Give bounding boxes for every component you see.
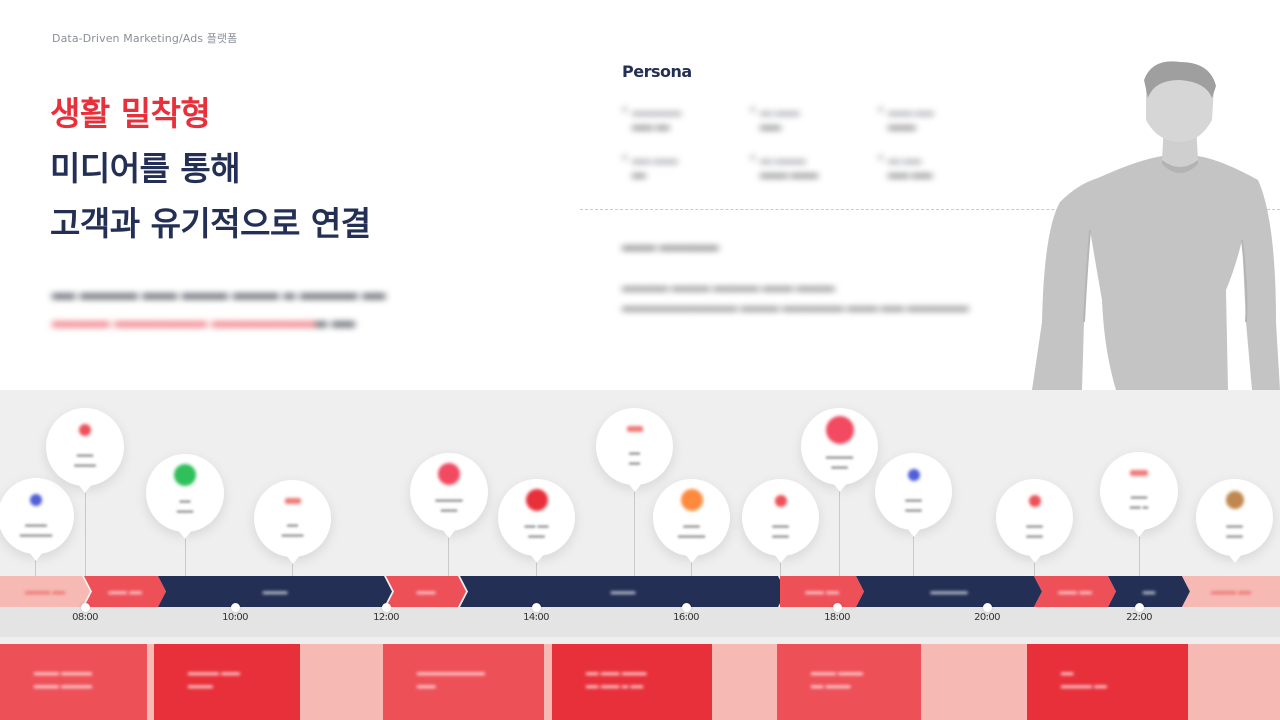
timeline-segment: ▂▂▂ ▂▂ [780,576,864,607]
time-marker [230,603,240,612]
time-marker [832,603,842,612]
media-gap [921,644,1027,720]
user-scenario-title: ▂▂▂▂ ▂▂▂▂▂▂▂ [622,237,719,250]
headline-line-2: 미디어를 통해 [50,149,241,188]
persona-figure-illustration [1032,61,1280,390]
pink-dot-icon [438,463,460,485]
time-marker [80,603,90,612]
time-axis [0,607,1280,637]
touchpoint-bubble: ▂▂▂▂▂▂ [1196,479,1273,563]
timeline-segment: ▂▂▂▂ [460,576,786,607]
media-cell: ▂▂ ▂▂▂ ▂▂▂▂ ▂▂ ▂▂▂ ▂ ▂▂ [552,644,712,720]
persona-field: ▂▂ ▂▂▂ ▂▂▂ ▂▂▂ [879,151,998,181]
blue-dot-icon [30,494,42,506]
touchpoint-bubble: ▂▂▂▂▂▂ [875,453,952,537]
time-tick-2000: 20:00 [974,612,1000,623]
timeline-segment: ▂▂▂▂ ▂▂ [1182,576,1280,607]
media-gap [544,644,552,720]
timeline-bar: ▂▂▂▂ ▂▂ ▂▂▂ ▂▂ ▂▂▂▂ ▂▂▂ ▂▂▂▂ ▂▂▂ ▂▂ ▂▂▂▂… [0,576,1280,607]
red-dot-icon [79,424,91,436]
persona-title: Persona [622,62,692,81]
headline-line-1: 생활 밀착형 [50,94,211,133]
time-marker [1134,603,1144,612]
media-cell: ▂▂ ▂▂▂▂▂ ▂▂ [1027,644,1188,720]
time-tick-1200: 12:00 [373,612,399,623]
touchpoint-bubble: ▂▂▂▂▂▂▂▂ [410,453,488,538]
touchpoint-bubble: ▂▂▂▂▂▂ [996,479,1073,563]
time-tick-1000: 10:00 [222,612,248,623]
media-gap [712,644,777,720]
media-cell: ▂▂▂▂ ▂▂▂▂▂ ▂▂▂▂ ▂▂▂▂▂ [0,644,147,720]
timeline-segment: ▂▂▂▂ ▂▂ [0,576,90,607]
media-gap [300,644,383,720]
headline-line-3: 고객과 유기적으로 연결 [50,204,371,243]
touchpoint-bubble: ▂▂▂▂▂▂ [254,480,331,564]
platform-tagline: Data-Driven Marketing/Ads 플랫폼 [52,32,238,45]
user-scenario-text: ▂▂▂▂▂▂ ▂▂▂▂▂ ▂▂▂▂▂▂ ▂▂▂▂ ▂▂▂▂▂ ▂▂▂▂▂▂▂▂▂… [622,280,969,311]
time-tick-1600: 16:00 [673,612,699,623]
time-marker [531,603,541,612]
red-dot-icon [1028,495,1041,507]
orange-dot-icon [680,489,703,511]
time-marker [381,603,391,612]
timeline-segment: ▂▂▂ [386,576,466,607]
touchpoint-bubble: ▂▂▂ ▂▂ ▂ [1100,452,1178,537]
time-tick-0800: 08:00 [72,612,98,623]
timeline-segment: ▂▂▂ ▂▂ [84,576,166,607]
blurred-description: ▂▂ ▂▂▂▂▂ ▂▂▂ ▂▂▂▂ ▂▂▂▂ ▂ ▂▂▂▂▂ ▂▂ ▂▂▂▂▂ … [52,281,386,327]
red-text-icon [284,498,301,504]
red-dot-icon [525,489,548,511]
time-tick-2200: 22:00 [1126,612,1152,623]
time-tick-1800: 18:00 [824,612,850,623]
touchpoint-bubble: ▂▂▂▂▂▂▂▂ [801,408,878,492]
persona-field: ▂▂▂▂ ▂▂▂ ▂▂▂▂ [879,103,998,133]
persona-field: ▂▂ ▂▂▂▂▂ ▂▂▂▂ ▂▂▂▂ [751,151,870,181]
media-gap [147,644,154,720]
headline: 생활 밀착형 미디어를 통해 고객과 유기적으로 연결 [50,86,371,251]
timeline-segment: ▂▂▂▂▂▂ [856,576,1042,607]
timeline-segment: ▂▂ [1108,576,1190,607]
time-marker [681,603,691,612]
green-dot-icon [174,464,196,486]
touchpoint-bubble: ▂▂ ▂▂ ▂▂▂ [498,479,575,563]
pink-dot-icon [825,416,854,444]
bubble-stem [634,486,635,576]
touchpoint-bubble: ▂▂▂ ▂▂▂▂ [46,408,124,493]
touchpoint-bubble: ▂▂▂▂ ▂▂▂▂▂▂ [0,478,74,561]
touchpoint-bubble: ▂▂ ▂▂▂ [146,454,224,539]
touchpoint-bubble: ▂▂▂▂▂▂ [742,479,819,563]
bubble-stem [839,486,840,576]
blue-dot-icon [907,469,920,481]
media-cell: ▂▂▂▂▂▂▂▂▂▂▂ ▂▂▂ [383,644,544,720]
time-marker [982,603,992,612]
touchpoint-bubble: ▂▂ ▂▂ [596,408,673,492]
time-tick-1400: 14:00 [523,612,549,623]
brown-dot-icon [1225,491,1244,509]
persona-field: ▂▂▂▂▂▂▂▂ ▂▂▂ ▂▂ [623,103,742,133]
persona-field: ▂▂ ▂▂▂▂ ▂▂▂ [751,103,870,133]
media-cell: ▂▂▂▂ ▂▂▂▂ ▂▂ ▂▂▂▂ [777,644,921,720]
bubble-stem [85,486,86,576]
red-text-icon [1130,470,1148,476]
media-gap [1188,644,1280,720]
persona-field: ▂▂▂ ▂▂▂▂ ▂▂ [623,151,742,181]
media-cell: ▂▂▂▂▂ ▂▂▂ ▂▂▂▂ [154,644,300,720]
touchpoint-bubble: ▂▂▂▂▂▂▂▂ [653,479,730,563]
timeline-segment: ▂▂▂▂ [158,576,392,607]
red-text-icon [626,426,643,432]
timeline-segment: ▂▂▂ ▂▂ [1034,576,1116,607]
red-dot-icon [774,495,787,507]
